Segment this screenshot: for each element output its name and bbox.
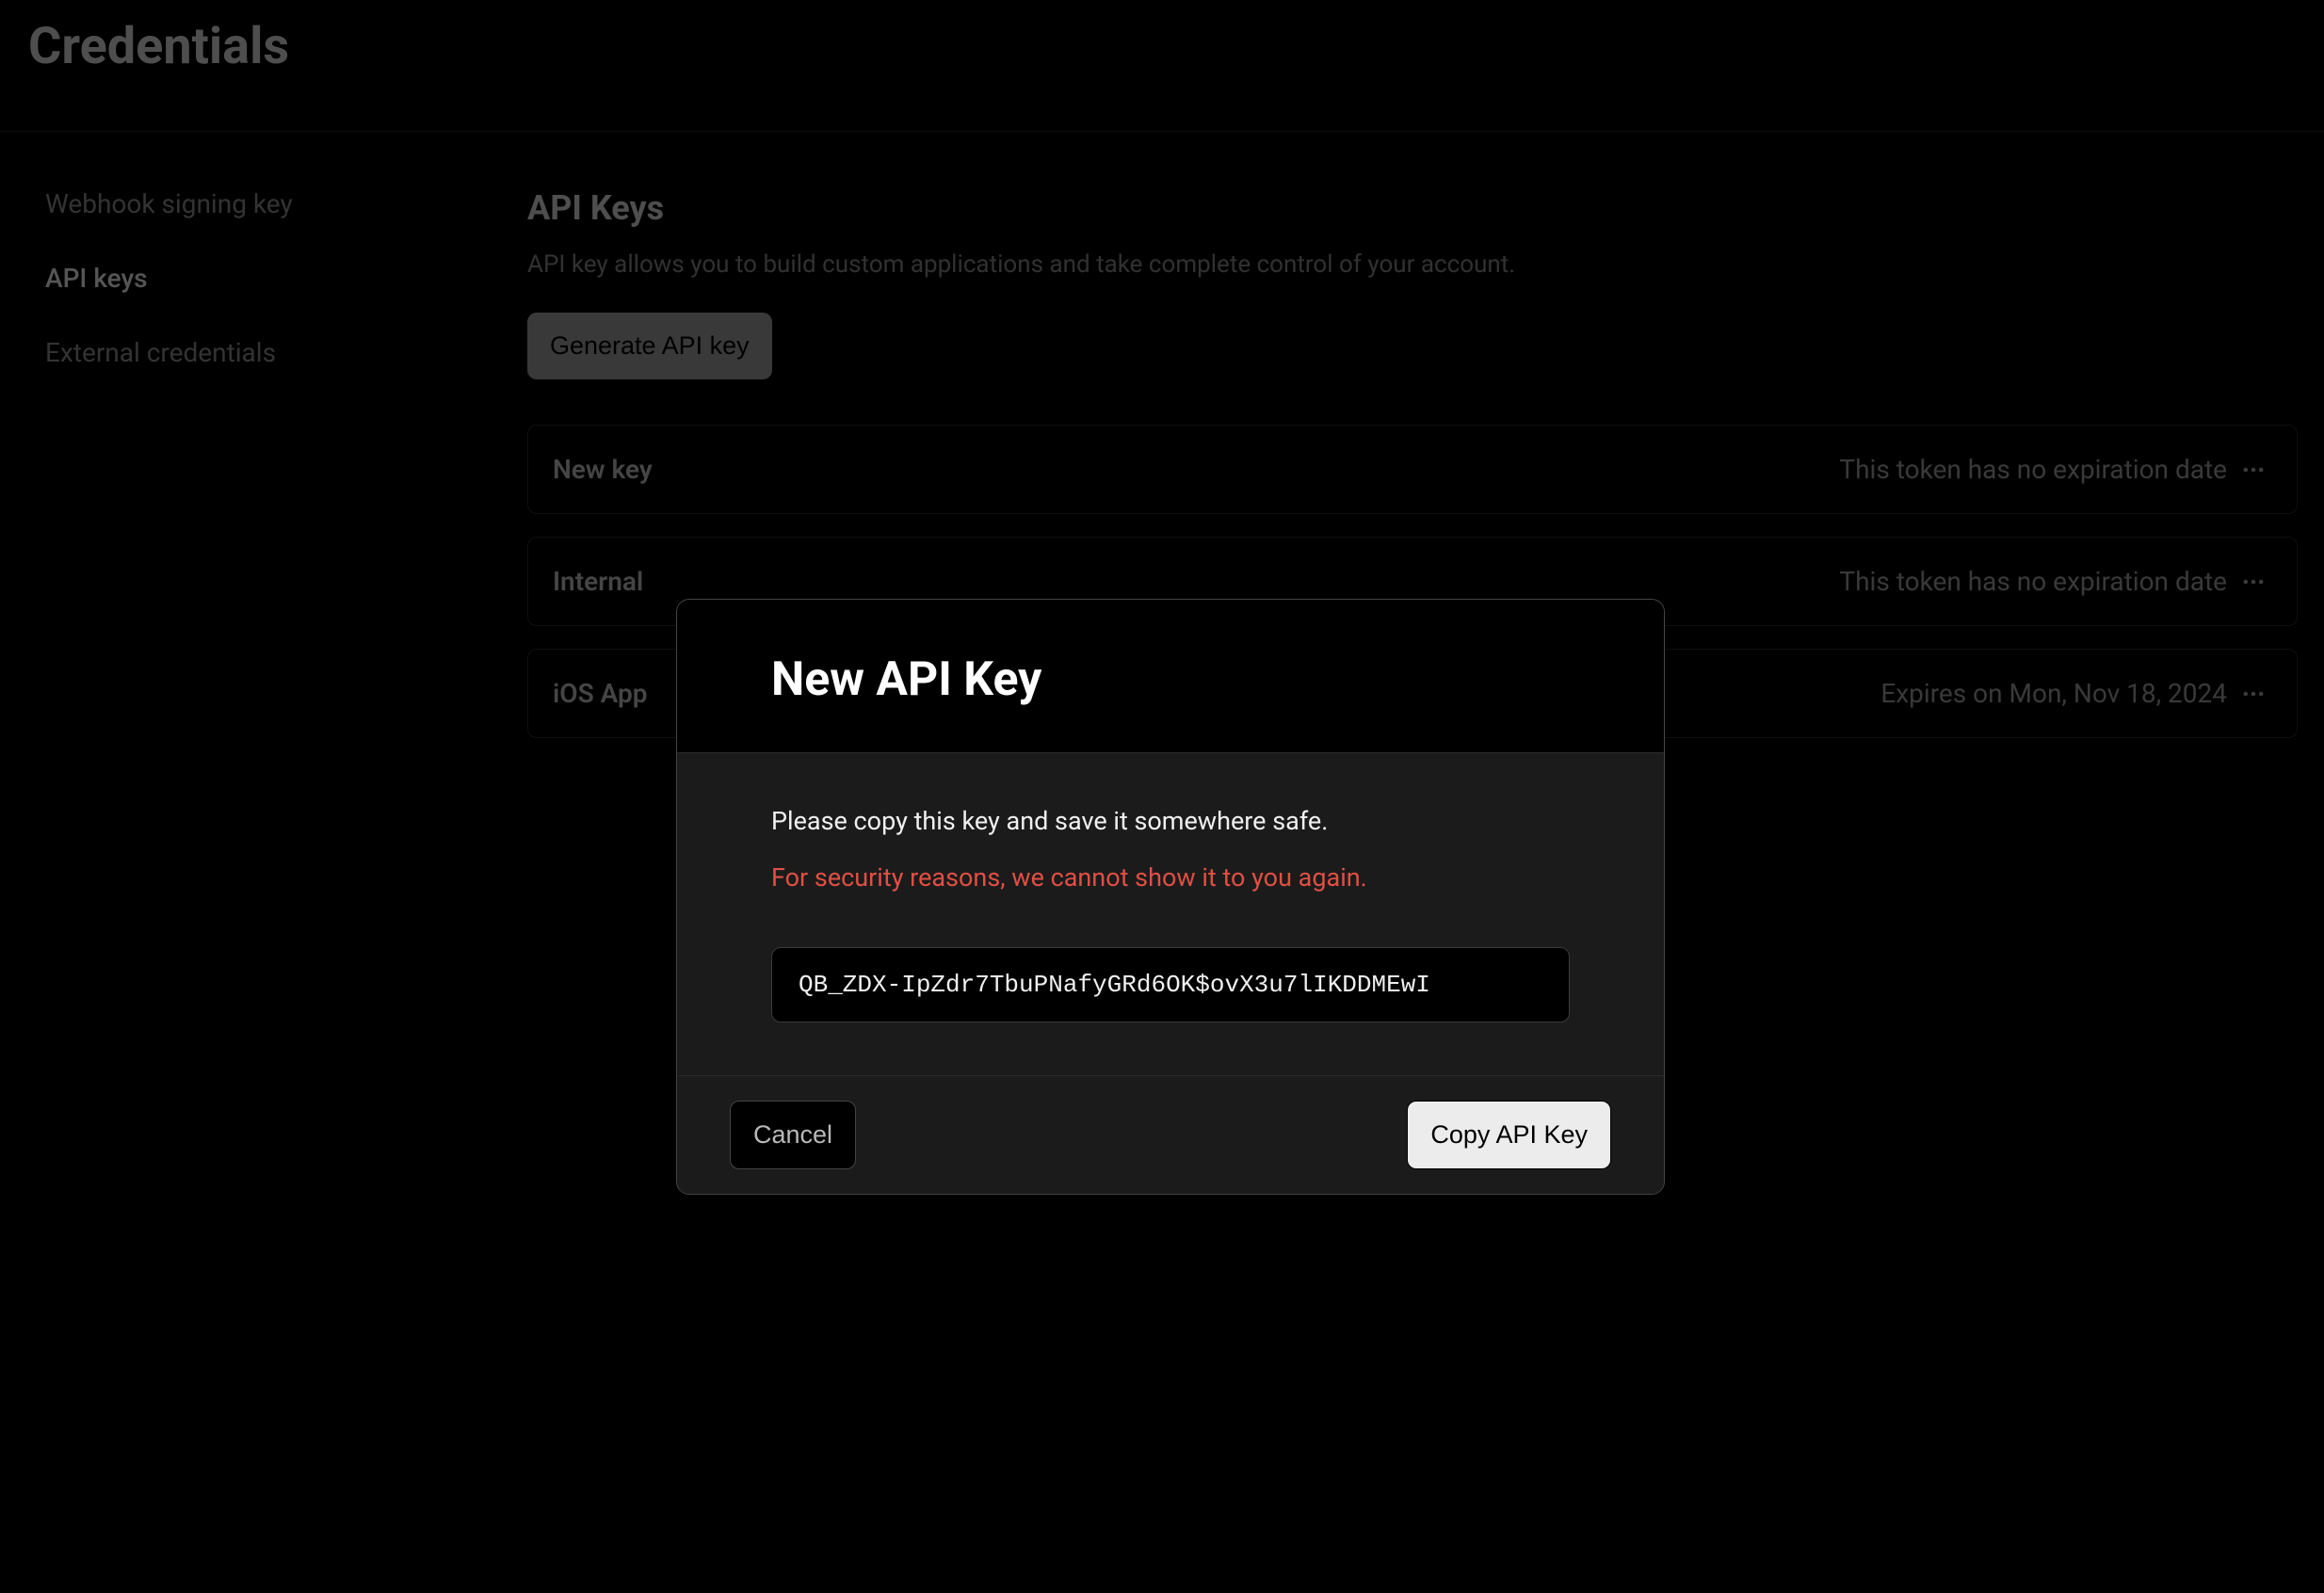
- modal-warning: For security reasons, we cannot show it …: [771, 862, 1570, 893]
- cancel-button[interactable]: Cancel: [730, 1101, 856, 1169]
- copy-api-key-button[interactable]: Copy API Key: [1407, 1101, 1611, 1169]
- api-key-value[interactable]: QB_ZDX-IpZdr7TbuPNafyGRd6OK$ovX3u7lIKDDM…: [771, 947, 1570, 1022]
- modal-footer: Cancel Copy API Key: [677, 1075, 1664, 1194]
- modal-instruction: Please copy this key and save it somewhe…: [771, 806, 1570, 836]
- modal-header: New API Key: [677, 600, 1664, 752]
- new-api-key-modal: New API Key Please copy this key and sav…: [676, 599, 1665, 1195]
- modal-title: New API Key: [771, 652, 1570, 707]
- modal-body: Please copy this key and save it somewhe…: [677, 752, 1664, 1075]
